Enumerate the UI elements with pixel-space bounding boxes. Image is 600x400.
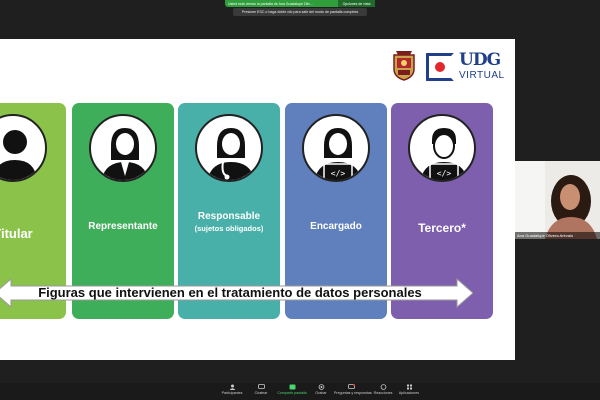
participant-video-frame xyxy=(515,161,600,239)
card-label: Representante xyxy=(88,221,158,232)
udg-logo-subtext: VIRTUAL xyxy=(459,70,505,81)
share-screen-icon xyxy=(289,384,295,390)
participant-video[interactable]: Ana Guadalupe Olivera Arévalo xyxy=(515,161,600,239)
developer-woman-icon: </> xyxy=(302,114,370,182)
card-label: Titular xyxy=(0,226,33,241)
meeting-toolbar: Participantes Chatear Compartir pantalla… xyxy=(0,383,600,400)
view-options-button[interactable]: Opciones de vista xyxy=(338,0,375,7)
toolbar-label: Chatear xyxy=(254,391,268,395)
record-button[interactable]: Grabar xyxy=(304,384,338,395)
udg-seal-logo xyxy=(393,51,415,81)
toolbar-label: Aplicaciones xyxy=(398,391,420,395)
chat-icon xyxy=(257,384,265,389)
reactions-icon xyxy=(380,384,386,390)
card-sublabel: (sujetos obligados) xyxy=(194,224,264,233)
fullscreen-exit-hint: Presione ESC o haga doble clic para sali… xyxy=(233,8,367,16)
card-label: Tercero* xyxy=(418,221,466,235)
card-label: Encargado xyxy=(310,221,362,232)
udg-virtual-logo-mark xyxy=(426,53,454,81)
developer-man-icon: </> xyxy=(408,114,476,182)
record-icon xyxy=(318,384,324,390)
apps-icon xyxy=(406,384,412,390)
apps-button[interactable]: Aplicaciones xyxy=(392,384,426,395)
person-icon xyxy=(0,114,47,182)
udg-logo-text: UDG xyxy=(459,50,501,70)
card-label: Responsable xyxy=(197,211,261,222)
svg-text:</>: </> xyxy=(331,169,346,178)
shared-slide: UDG VIRTUAL Titular Representante xyxy=(0,39,515,360)
qa-icon xyxy=(347,384,355,389)
chat-button[interactable]: Chatear xyxy=(244,384,278,395)
arrow-caption: Figuras que intervienen en el tratamient… xyxy=(38,285,422,300)
toolbar-label: Grabar xyxy=(315,391,327,395)
qa-button[interactable]: Preguntas y respuestas xyxy=(334,384,372,395)
participants-icon xyxy=(229,384,235,390)
toolbar-label: Preguntas y respuestas xyxy=(334,391,372,395)
businesswoman-icon xyxy=(89,114,157,182)
participant-name: Ana Guadalupe Olivera Arévalo xyxy=(515,232,600,239)
doctor-icon xyxy=(195,114,263,182)
svg-text:</>: </> xyxy=(437,169,452,178)
